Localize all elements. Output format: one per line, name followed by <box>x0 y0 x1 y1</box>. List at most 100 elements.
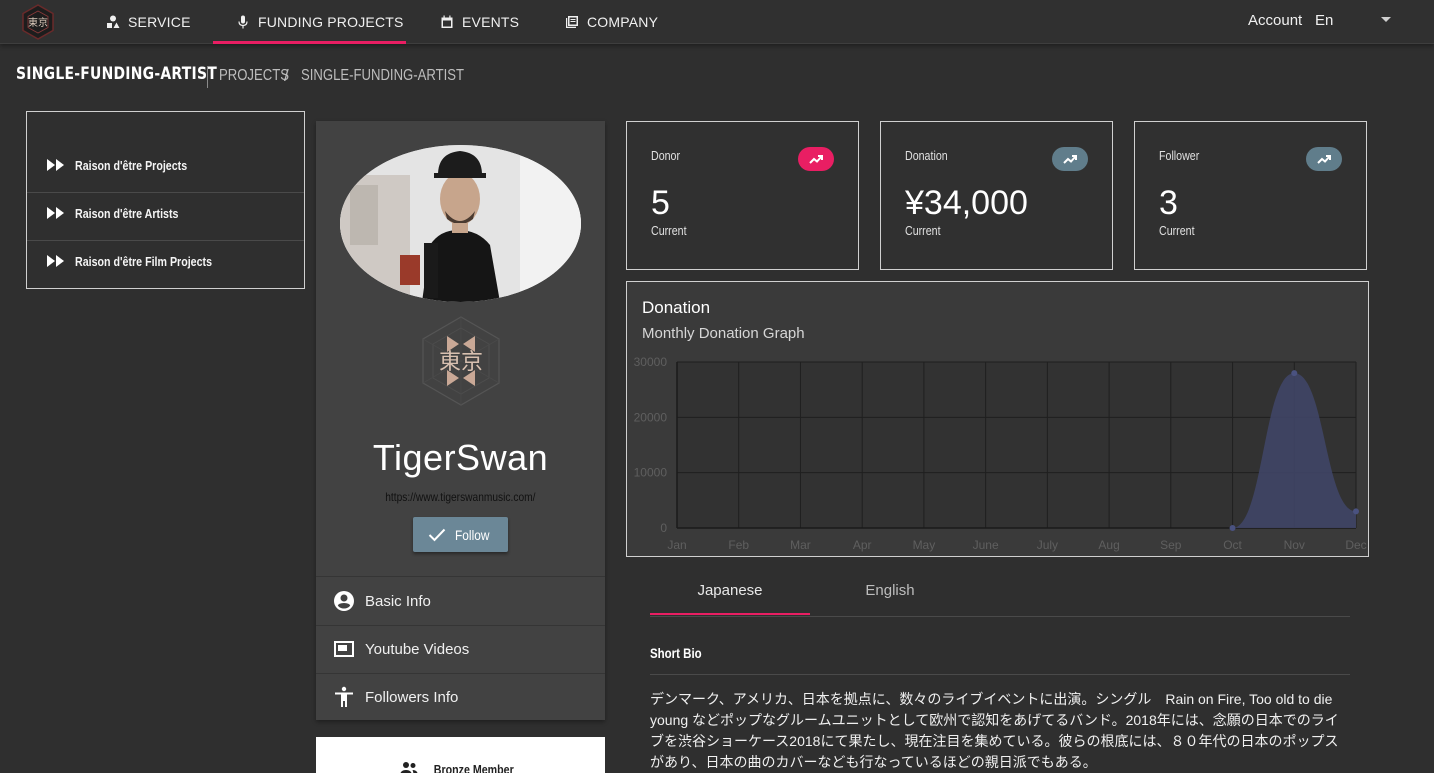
artist-website-label: https://www.tigerswanmusic.com/ <box>385 490 536 504</box>
breadcrumb-current: SINGLE-FUNDING-ARTIST <box>301 67 465 84</box>
follow-button-label: Follow <box>455 526 490 543</box>
tab-active-indicator <box>650 613 810 615</box>
left-menu-item-film-projects[interactable]: Raison d'être Film Projects <box>27 237 304 285</box>
stat-card-donation: Donation ¥34,000 Current <box>880 121 1113 270</box>
chart-y-tick-label: 0 <box>660 521 667 535</box>
stat-label: Donor <box>651 148 681 163</box>
follow-button[interactable]: Follow <box>413 517 508 552</box>
profile-menu-basic-info[interactable]: Basic Info <box>316 577 605 625</box>
member-badge: Bronze Member <box>316 761 605 773</box>
stat-card-donor: Donor 5 Current <box>626 121 859 270</box>
chart-x-tick-label: Feb <box>728 538 749 552</box>
svg-text:東京: 東京 <box>28 16 48 29</box>
stat-sub: Current <box>1159 223 1195 238</box>
chart-x-tick-label: Nov <box>1284 538 1305 552</box>
nav-events[interactable]: EVENTS <box>440 0 519 44</box>
check-icon <box>429 528 446 541</box>
chart-y-tick-label: 10000 <box>634 466 668 480</box>
nav-active-indicator <box>213 41 406 44</box>
account-circle-icon <box>334 591 354 611</box>
chevron-down-icon[interactable] <box>1381 17 1391 22</box>
fast-forward-icon <box>47 159 64 171</box>
nav-funding-projects[interactable]: FUNDING PROJECTS <box>236 0 404 44</box>
nav-events-label: EVENTS <box>462 14 520 30</box>
fast-forward-icon <box>47 207 64 219</box>
stat-label: Follower <box>1159 148 1200 163</box>
left-menu-item-label: Raison d'être Projects <box>75 157 188 173</box>
stat-value: 3 <box>1159 184 1178 222</box>
left-menu-item-label: Raison d'être Film Projects <box>75 253 213 269</box>
service-icon <box>107 15 120 28</box>
bio-title: Short Bio <box>650 645 702 661</box>
chart-title: Donation <box>642 298 711 317</box>
nav-company[interactable]: COMPANY <box>565 0 658 44</box>
nav-service[interactable]: SERVICE <box>106 0 191 44</box>
chart-data-point <box>1229 525 1236 531</box>
stat-sub: Current <box>651 223 687 238</box>
left-menu-item-projects[interactable]: Raison d'être Projects <box>27 141 304 189</box>
page-title: SINGLE-FUNDING-ARTIST <box>16 64 218 84</box>
library-icon <box>566 16 578 28</box>
profile-menu-label: Youtube Videos <box>365 640 470 658</box>
left-menu-item-label: Raison d'être Artists <box>75 205 179 221</box>
trending-up-icon <box>1052 147 1088 171</box>
video-icon <box>334 641 354 657</box>
chart-x-tick-label: Sep <box>1160 538 1182 552</box>
nav-funding-projects-label: FUNDING PROJECTS <box>258 14 404 30</box>
nav-company-label: COMPANY <box>587 14 659 30</box>
logo-icon[interactable]: 東京 <box>20 4 56 40</box>
chart-subtitle: Monthly Donation Graph <box>642 325 805 342</box>
chart-data-point <box>1353 508 1359 515</box>
language-selector[interactable]: En <box>1315 12 1333 29</box>
tab-japanese[interactable]: Japanese <box>650 582 810 599</box>
artist-name: TigerSwan <box>372 437 549 478</box>
tabs-divider <box>650 616 1350 617</box>
account-menu[interactable]: Account <box>1248 12 1302 29</box>
stat-sub: Current <box>905 223 941 238</box>
chart-x-tick-label: Jan <box>667 538 686 552</box>
breadcrumb-projects[interactable]: PROJECTS <box>219 67 289 85</box>
profile-menu-label: Followers Info <box>365 688 459 706</box>
nav-service-label: SERVICE <box>128 14 191 30</box>
accessibility-icon <box>335 686 353 707</box>
chart-data-point <box>1291 370 1298 377</box>
group-icon <box>400 762 418 773</box>
chart-x-tick-label: Apr <box>853 538 872 552</box>
trending-up-icon <box>1306 147 1342 171</box>
svg-text:東京: 東京 <box>439 350 483 375</box>
chart-y-tick-label: 20000 <box>634 410 668 424</box>
profile-card: 東京 TigerSwan https://www.tigerswanmusic.… <box>316 121 605 720</box>
profile-menu-label: Basic Info <box>365 592 431 610</box>
tokyo-emblem-icon: 東京 <box>422 316 500 406</box>
stat-value: ¥34,000 <box>905 184 1028 222</box>
mic-icon <box>238 15 248 29</box>
chart-x-tick-label: Aug <box>1098 538 1119 552</box>
donation-chart: 0 10000 20000 30000 Jan Feb Mar Apr May June July A… <box>634 355 1367 552</box>
member-card: Bronze Member <box>316 737 605 773</box>
profile-menu-followers-info[interactable]: Followers Info <box>316 673 605 721</box>
chart-x-tick-label: Oct <box>1223 538 1242 552</box>
tab-english[interactable]: English <box>810 582 970 599</box>
chart-x-tick-label: June <box>973 538 999 552</box>
artist-website-link[interactable]: https://www.tigerswanmusic.com/ <box>316 490 605 504</box>
stat-value: 5 <box>651 184 670 222</box>
chart-x-tick-label: Mar <box>790 538 811 552</box>
stat-label: Donation <box>905 148 948 163</box>
calendar-icon <box>441 15 453 28</box>
chart-x-tick-label: July <box>1037 538 1058 552</box>
stat-card-follower: Follower 3 Current <box>1134 121 1367 270</box>
top-navbar: 東京 SERVICE FUNDING PROJECTS EVENTS COMPA… <box>0 0 1434 44</box>
donation-chart-card: 0 10000 20000 30000 Jan Feb Mar Apr May June July A… <box>626 281 1369 557</box>
profile-menu-youtube-videos[interactable]: Youtube Videos <box>316 625 605 673</box>
bio-text: デンマーク、アメリカ、日本を拠点に、数々のライブイベントに出演。シングル Rai… <box>650 691 1339 770</box>
trending-up-icon <box>798 147 834 171</box>
chart-x-tick-label: May <box>913 538 936 552</box>
chart-x-tick-label: Dec <box>1345 538 1366 552</box>
breadcrumb-separator: / <box>284 66 289 85</box>
avatar <box>340 145 581 302</box>
chart-y-tick-label: 30000 <box>634 355 668 369</box>
bio-divider <box>650 674 1350 675</box>
breadcrumb-divider <box>207 66 208 88</box>
left-menu: Raison d'être Projects Raison d'être Art… <box>26 111 305 289</box>
left-menu-item-artists[interactable]: Raison d'être Artists <box>27 189 304 237</box>
